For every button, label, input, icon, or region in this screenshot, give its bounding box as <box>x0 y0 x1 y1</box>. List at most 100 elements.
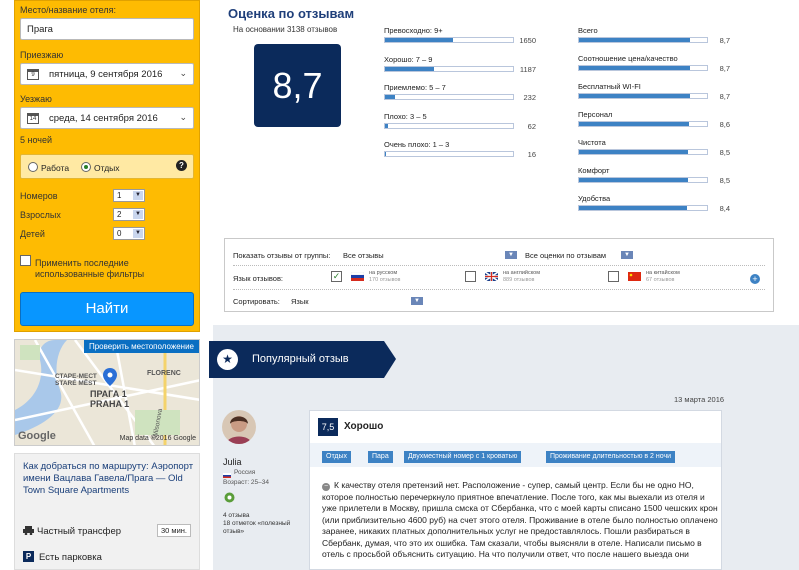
search-panel: Место/название отеля: Прага Приезжаю 9 п… <box>14 0 200 332</box>
parking-label: Есть парковка <box>39 552 102 563</box>
map-label: СТАРЕ-МЕСТ <box>55 373 97 380</box>
category-bar-fill <box>579 150 688 154</box>
chevron-down-icon: ⌄ <box>179 112 187 122</box>
category-label: Чистота <box>578 138 606 147</box>
review-tag: Пара <box>368 451 393 463</box>
review-score: 7,5 <box>318 418 338 436</box>
review-tag: Двухместный номер с 1 кроватью <box>404 451 522 463</box>
sort-value[interactable]: Язык <box>291 297 309 306</box>
china-flag-icon <box>628 272 641 281</box>
lang-ru-count: 170 отзывов <box>369 277 401 283</box>
distribution-bar <box>384 65 514 72</box>
checkin-select[interactable]: 9 пятница, 9 сентября 2016 ⌄ <box>20 63 194 85</box>
distribution-label[interactable]: Приемлемо: 5 – 7 <box>384 83 446 92</box>
directions-panel: Как добраться по маршруту: Аэропорт имен… <box>14 453 200 570</box>
badge-icon <box>224 492 235 503</box>
overall-score: 8,7 <box>254 44 341 127</box>
popular-review-banner: ★ Популярный отзыв <box>209 341 396 378</box>
adults-value: 2 <box>117 210 122 219</box>
transfer-time-badge: 30 мин. <box>157 524 191 537</box>
chevron-down-icon[interactable]: ▼ <box>621 251 633 259</box>
map[interactable]: Проверить местоположение СТАРЕ-МЕСТ STAR… <box>14 339 200 446</box>
distribution-bar-fill <box>385 66 434 71</box>
review-filters: Показать отзывы от группы: Все отзывы ▼ … <box>224 238 774 312</box>
distribution-count: 1187 <box>519 64 536 74</box>
minus-icon: − <box>322 483 330 491</box>
avatar[interactable] <box>222 410 256 444</box>
rooms-select[interactable]: 1 ▼ <box>113 189 145 202</box>
distribution-count: 16 <box>527 150 536 159</box>
hotel-label: Место/название отеля: <box>20 5 116 15</box>
show-on-map-button[interactable]: Проверить местоположение <box>83 340 199 353</box>
distribution-bar-fill <box>385 123 388 128</box>
group-filter-value[interactable]: Все отзывы <box>343 251 384 260</box>
reviewer-stats: 4 отзыва 18 отметок «полезный отзыв» <box>223 512 291 535</box>
star-icon: ★ <box>217 349 238 370</box>
route-link[interactable]: Как добраться по маршруту: Аэропорт имен… <box>23 461 195 497</box>
category-bar-fill <box>579 178 688 182</box>
distribution-bar-fill <box>385 95 396 99</box>
distribution-label[interactable]: Очень плохо: 1 – 3 <box>384 140 449 149</box>
checkin-label: Приезжаю <box>20 50 64 60</box>
map-pin-icon[interactable] <box>103 368 117 386</box>
lang-en-checkbox[interactable] <box>465 271 476 282</box>
category-bar-fill <box>579 66 691 70</box>
map-credit: Map data ©2016 Google <box>119 435 196 442</box>
work-radio[interactable] <box>28 162 38 172</box>
more-languages-icon[interactable]: + <box>750 274 760 284</box>
review-tag: Отдых <box>322 451 352 463</box>
help-icon[interactable]: ? <box>176 160 187 171</box>
category-bar <box>578 93 708 99</box>
category-label: Бесплатный WI-FI <box>578 82 641 91</box>
lang-zh-count: 67 отзывов <box>646 277 675 283</box>
apply-filters-checkbox[interactable] <box>20 255 31 266</box>
work-label: Работа <box>41 163 70 173</box>
scores-title: Оценка по отзывам <box>228 6 355 21</box>
distribution-bar <box>384 151 514 157</box>
hotel-input[interactable]: Прага <box>20 18 194 40</box>
lang-ru-checkbox[interactable]: ✓ <box>331 271 342 282</box>
distribution-label[interactable]: Хорошо: 7 – 9 <box>384 55 432 64</box>
rooms-label: Номеров <box>20 191 58 201</box>
distribution-count: 232 <box>523 93 536 102</box>
checkin-value: пятница, 9 сентября 2016 <box>49 69 163 80</box>
review-card: 7,5 Хорошо Отдых Пара Двухместный номер … <box>309 410 722 570</box>
distribution-label[interactable]: Плохо: 3 – 5 <box>384 112 427 121</box>
category-score: 8,5 <box>719 148 730 157</box>
review-heading: Хорошо <box>344 421 384 432</box>
category-bar-fill <box>579 94 691 98</box>
language-filter-label: Язык отзывов: <box>233 274 284 283</box>
transfer-label: Частный трансфер <box>37 526 122 537</box>
leisure-radio[interactable] <box>81 162 91 172</box>
russia-flag-icon <box>223 470 231 478</box>
adults-select[interactable]: 2 ▼ <box>113 208 145 221</box>
checkout-select[interactable]: 14 среда, 14 сентября 2016 ⌄ <box>20 107 194 129</box>
distribution-label[interactable]: Превосходно: 9+ <box>384 26 443 35</box>
category-bar <box>578 205 708 211</box>
chevron-down-icon: ▼ <box>133 229 143 238</box>
chevron-down-icon[interactable]: ▼ <box>505 251 517 259</box>
children-select[interactable]: 0 ▼ <box>113 227 145 240</box>
chevron-down-icon: ⌄ <box>179 68 187 78</box>
category-score: 8,4 <box>719 204 730 213</box>
category-bar-fill <box>579 122 690 126</box>
category-bar <box>578 121 708 127</box>
category-bar <box>578 65 708 71</box>
checkout-value: среда, 14 сентября 2016 <box>49 113 158 124</box>
distribution-count: 1650 <box>519 36 536 45</box>
distribution-bar <box>384 37 514 43</box>
category-bar <box>578 37 708 43</box>
find-button[interactable]: Найти <box>20 292 194 326</box>
chevron-down-icon[interactable]: ▼ <box>411 297 423 305</box>
distribution-bar-fill <box>385 152 387 156</box>
category-label: Удобства <box>578 194 611 203</box>
category-label: Персонал <box>578 110 613 119</box>
group-filter-label: Показать отзывы от группы: <box>233 251 331 260</box>
category-label: Комфорт <box>578 166 610 175</box>
category-bar <box>578 177 708 183</box>
distribution-bar <box>384 122 514 129</box>
lang-zh-checkbox[interactable] <box>608 271 619 282</box>
score-filter-value[interactable]: Все оценки по отзывам <box>525 251 606 260</box>
category-label: Соотношение цена/качество <box>578 54 678 63</box>
lang-en-label: на английском <box>503 270 541 276</box>
